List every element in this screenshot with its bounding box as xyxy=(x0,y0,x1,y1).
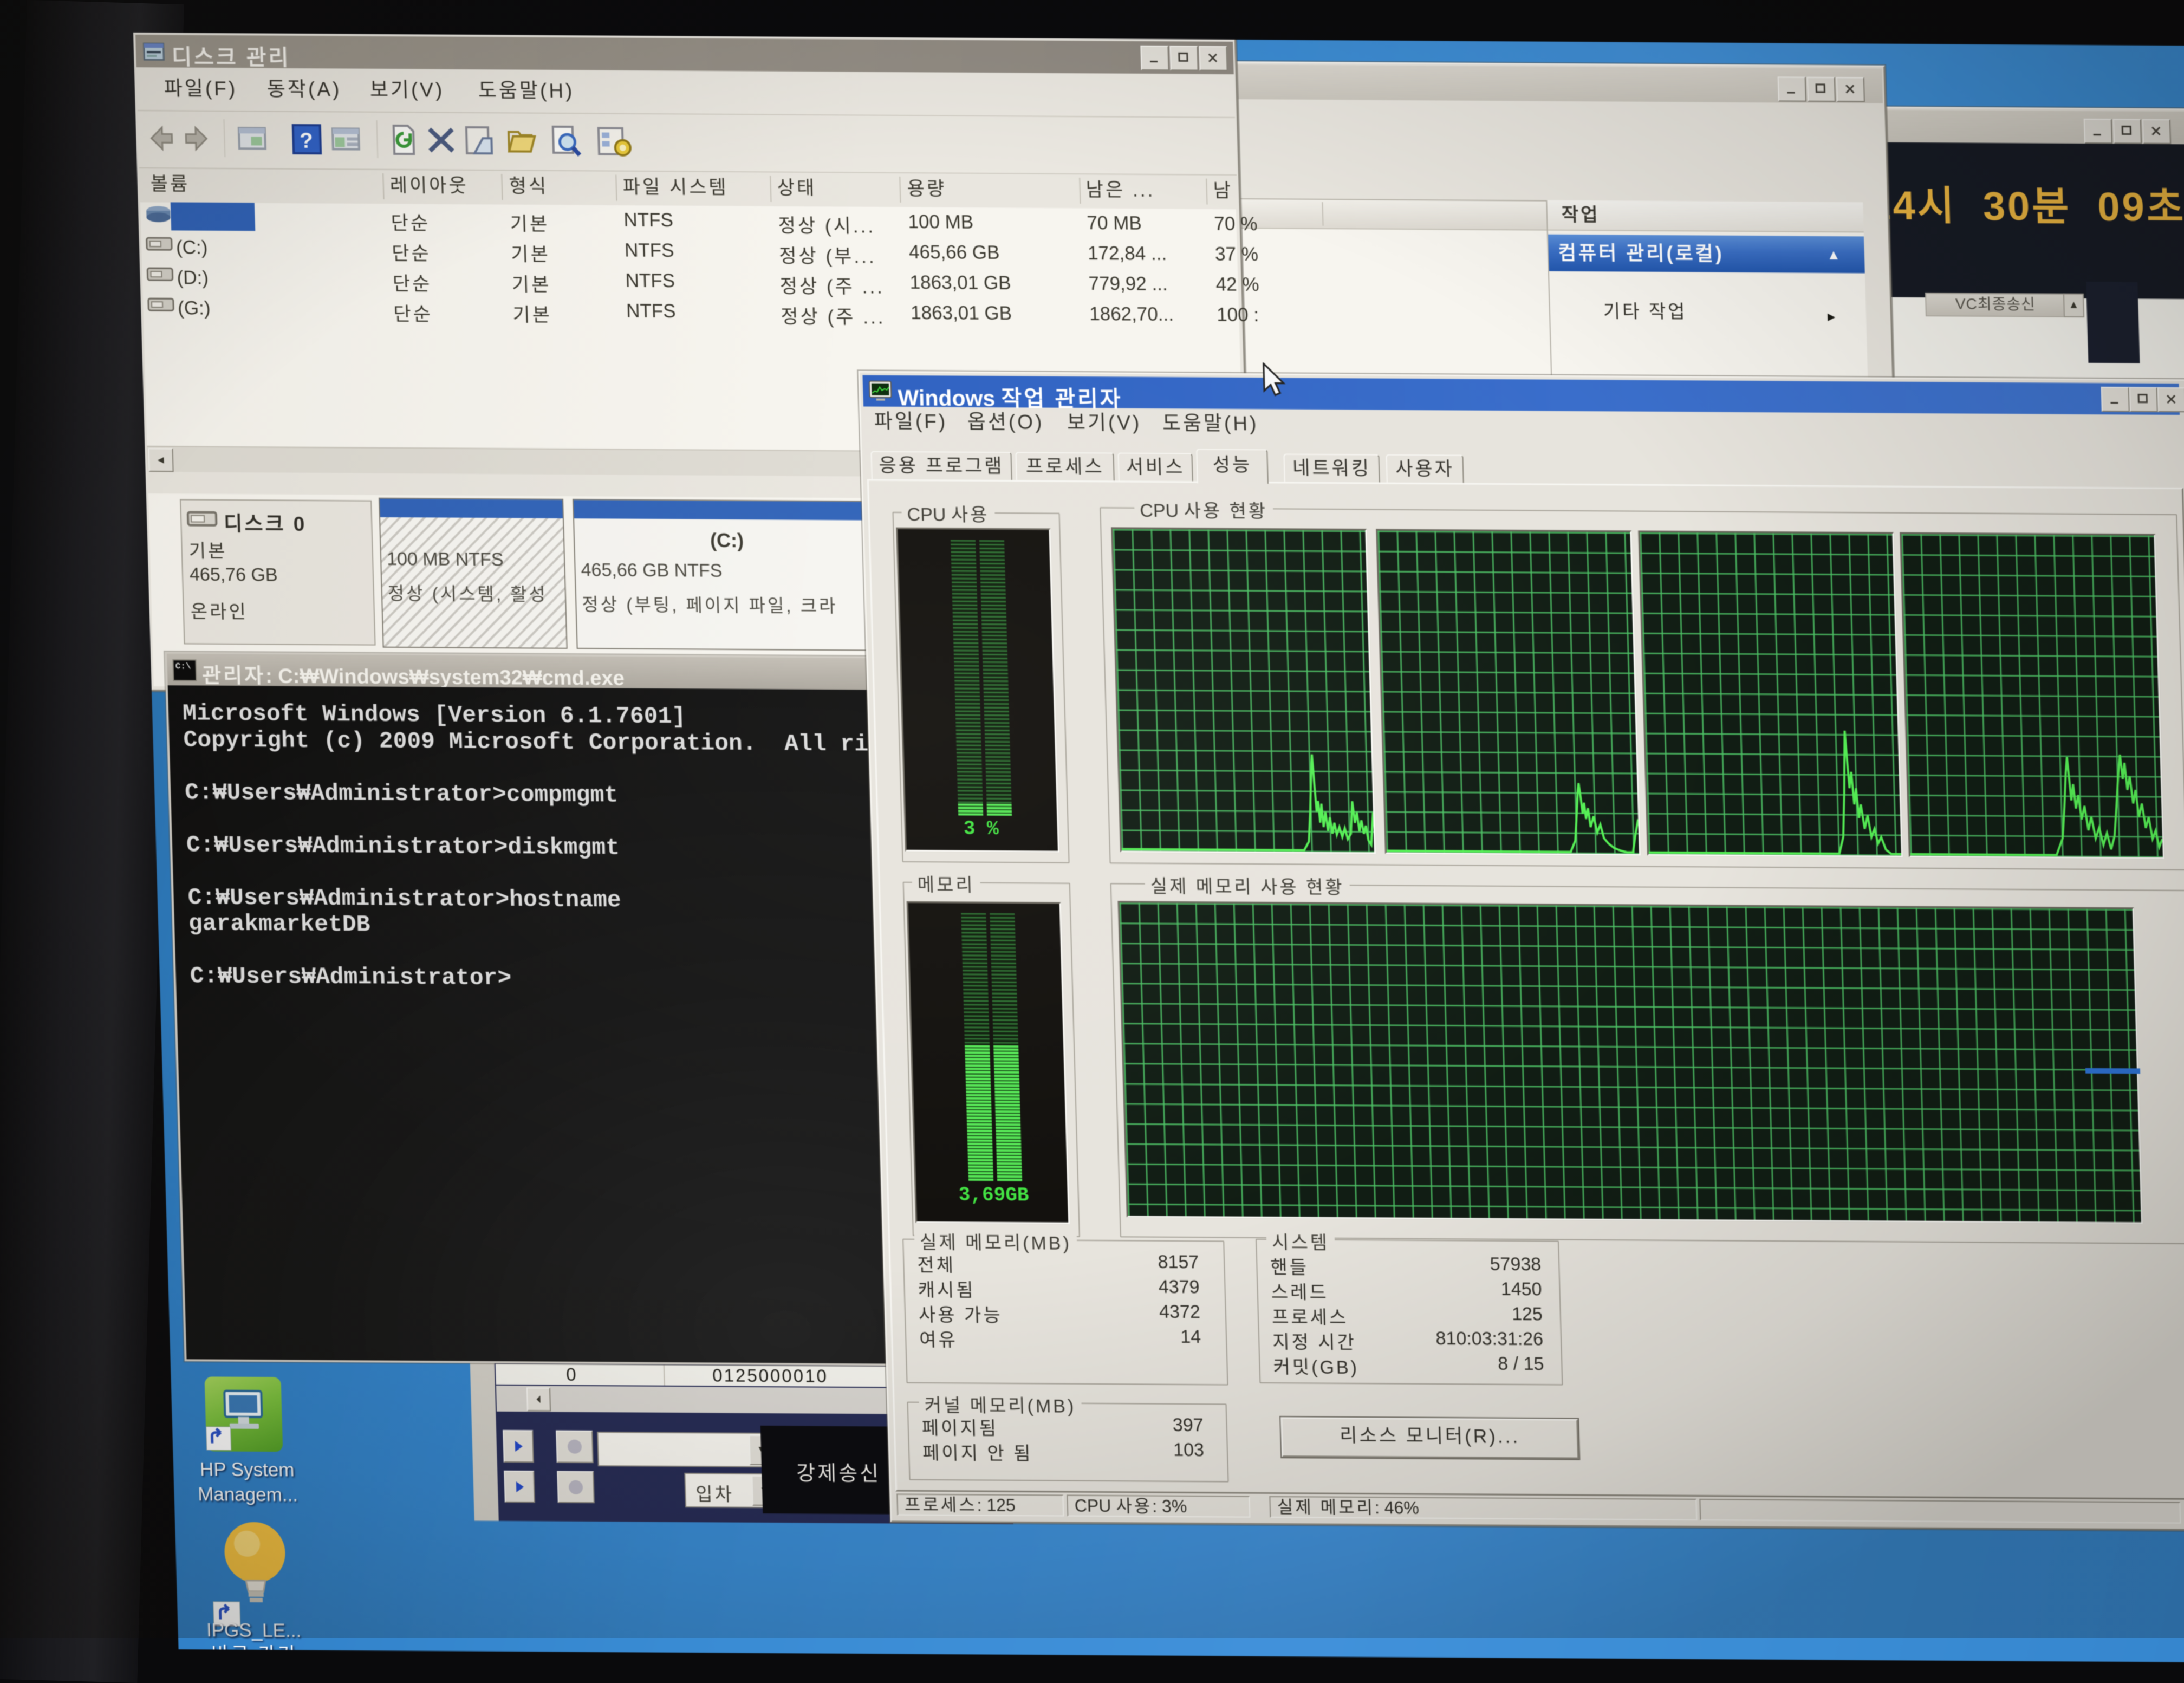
svg-text:?: ? xyxy=(300,129,314,153)
